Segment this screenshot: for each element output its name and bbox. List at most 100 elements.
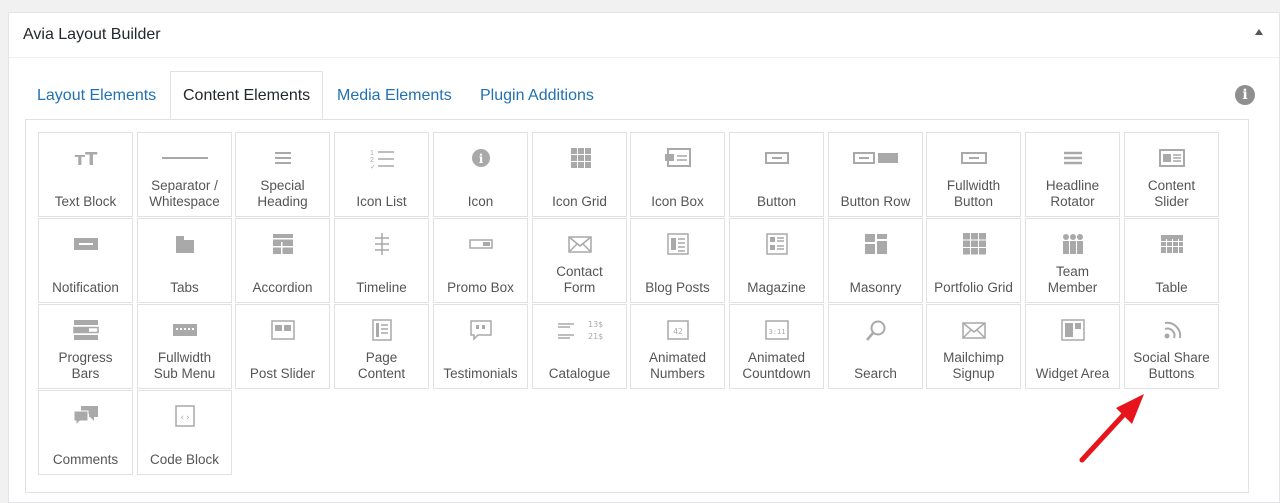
heading-icon	[236, 147, 329, 169]
element-testimonials[interactable]: Testimonials	[433, 304, 528, 389]
element-label: Icon List	[356, 194, 407, 209]
element-icon-box[interactable]: Icon Box	[630, 132, 725, 217]
blog-posts-icon	[631, 233, 724, 255]
element-team-member[interactable]: Team Member	[1025, 218, 1120, 303]
element-label: Mailchimp Signup	[943, 350, 1004, 381]
magazine-icon	[730, 233, 823, 255]
element-label: Page Content	[357, 350, 406, 381]
element-page-content[interactable]: Page Content	[334, 304, 429, 389]
svg-text:1: 1	[370, 150, 374, 157]
element-headline-rotator[interactable]: Headline Rotator	[1025, 132, 1120, 217]
element-timeline[interactable]: Timeline	[334, 218, 429, 303]
countdown-icon: 3:11	[730, 319, 823, 341]
element-animated-numbers[interactable]: 42 Animated Numbers	[630, 304, 725, 389]
element-label: Button	[756, 194, 797, 209]
element-label: Fullwidth Sub Menu	[153, 350, 216, 381]
table-icon	[1125, 233, 1218, 255]
svg-text:✓: ✓	[370, 164, 376, 169]
tab-layout-elements[interactable]: Layout Elements	[25, 71, 168, 119]
tab-plugin-additions[interactable]: Plugin Additions	[468, 71, 606, 119]
tab-media-elements[interactable]: Media Elements	[325, 71, 464, 119]
svg-text:3:11: 3:11	[768, 328, 785, 336]
testimonials-icon	[434, 319, 527, 341]
element-table[interactable]: Table	[1124, 218, 1219, 303]
element-accordion[interactable]: Accordion	[235, 218, 330, 303]
element-icon-grid[interactable]: Icon Grid	[532, 132, 627, 217]
catalogue-icon: 13$ 21$	[533, 319, 626, 341]
element-code-block[interactable]: ‹› Code Block	[137, 390, 232, 475]
element-label: Code Block	[149, 452, 220, 467]
headline-rotator-icon	[1026, 147, 1119, 169]
element-label: Social Share Buttons	[1133, 350, 1210, 381]
timeline-icon	[335, 233, 428, 255]
element-envelope[interactable]: Contact Form	[532, 218, 627, 303]
element-label: Comments	[52, 452, 119, 467]
content-slider-icon	[1125, 147, 1218, 169]
element-button-row[interactable]: Button Row	[828, 132, 923, 217]
element-blog-posts[interactable]: Blog Posts	[630, 218, 725, 303]
red-arrow-annotation	[1079, 394, 1144, 463]
search-icon	[829, 319, 922, 341]
element-label: Post Slider	[249, 366, 316, 381]
sub-menu-icon	[138, 319, 231, 341]
element-tabs[interactable]: Tabs	[137, 218, 232, 303]
info-circle-icon: i	[434, 147, 527, 169]
collapse-toggle-icon[interactable]	[1255, 29, 1263, 35]
text-block-icon: ᴛT	[39, 147, 132, 169]
element-label: Content Slider	[1147, 178, 1196, 209]
element-masonry[interactable]: Masonry	[828, 218, 923, 303]
element-text-block[interactable]: ᴛT Text Block	[38, 132, 133, 217]
accordion-icon	[236, 233, 329, 255]
element-widget-area[interactable]: Widget Area	[1025, 304, 1120, 389]
element-label: Button Row	[840, 194, 911, 209]
fullwidth-button-icon	[927, 147, 1020, 169]
icon-box-icon	[631, 147, 724, 169]
element-label: Text Block	[54, 194, 117, 209]
element-label: Timeline	[356, 280, 407, 295]
element-mailchimp[interactable]: Mailchimp Signup	[926, 304, 1021, 389]
element-promo-box[interactable]: Promo Box	[433, 218, 528, 303]
page-content-icon	[335, 319, 428, 341]
element-fullwidth-button[interactable]: Fullwidth Button	[926, 132, 1021, 217]
element-label: Separator / Whitespace	[149, 178, 220, 209]
element-notification[interactable]: Notification	[38, 218, 133, 303]
element-label: Fullwidth Button	[946, 178, 1001, 209]
svg-text:2: 2	[370, 157, 374, 164]
element-label: Search	[854, 366, 897, 381]
button-icon	[730, 147, 823, 169]
element-magazine[interactable]: Magazine	[729, 218, 824, 303]
progress-bars-icon	[39, 319, 132, 341]
widget-area-icon	[1026, 319, 1119, 341]
info-icon[interactable]: i	[1235, 85, 1255, 105]
element-social-share[interactable]: Social Share Buttons	[1124, 304, 1219, 389]
icon-list-icon: 1 2 ✓	[335, 147, 428, 169]
element-button[interactable]: Button	[729, 132, 824, 217]
element-label: Accordion	[252, 280, 313, 295]
animated-numbers-icon: 42	[631, 319, 724, 341]
element-post-slider[interactable]: Post Slider	[235, 304, 330, 389]
element-label: Widget Area	[1035, 366, 1110, 381]
portfolio-grid-icon	[927, 233, 1020, 255]
social-share-icon	[1125, 319, 1218, 341]
element-catalogue[interactable]: 13$ 21$ Catalogue	[532, 304, 627, 389]
element-label: Icon	[467, 194, 494, 209]
masonry-icon	[829, 233, 922, 255]
element-sub-menu[interactable]: Fullwidth Sub Menu	[137, 304, 232, 389]
element-search[interactable]: Search	[828, 304, 923, 389]
comments-icon	[39, 405, 132, 427]
element-label: Testimonials	[443, 366, 518, 381]
element-label: Promo Box	[447, 280, 514, 295]
element-portfolio-grid[interactable]: Portfolio Grid	[926, 218, 1021, 303]
element-countdown[interactable]: 3:11 Animated Countdown	[729, 304, 824, 389]
element-icon-list[interactable]: 1 2 ✓ Icon List	[334, 132, 429, 217]
content-elements-container: ᴛT Text Block Separator / Whitespace Specia…	[25, 119, 1249, 493]
element-separator[interactable]: Separator / Whitespace	[137, 132, 232, 217]
element-info-circle[interactable]: i Icon	[433, 132, 528, 217]
element-label: Catalogue	[548, 366, 611, 381]
element-progress-bars[interactable]: Progress Bars	[38, 304, 133, 389]
element-content-slider[interactable]: Content Slider	[1124, 132, 1219, 217]
tab-content-elements[interactable]: Content Elements	[170, 71, 324, 119]
element-heading[interactable]: Special Heading	[235, 132, 330, 217]
svg-text:i: i	[478, 152, 483, 166]
element-comments[interactable]: Comments	[38, 390, 133, 475]
